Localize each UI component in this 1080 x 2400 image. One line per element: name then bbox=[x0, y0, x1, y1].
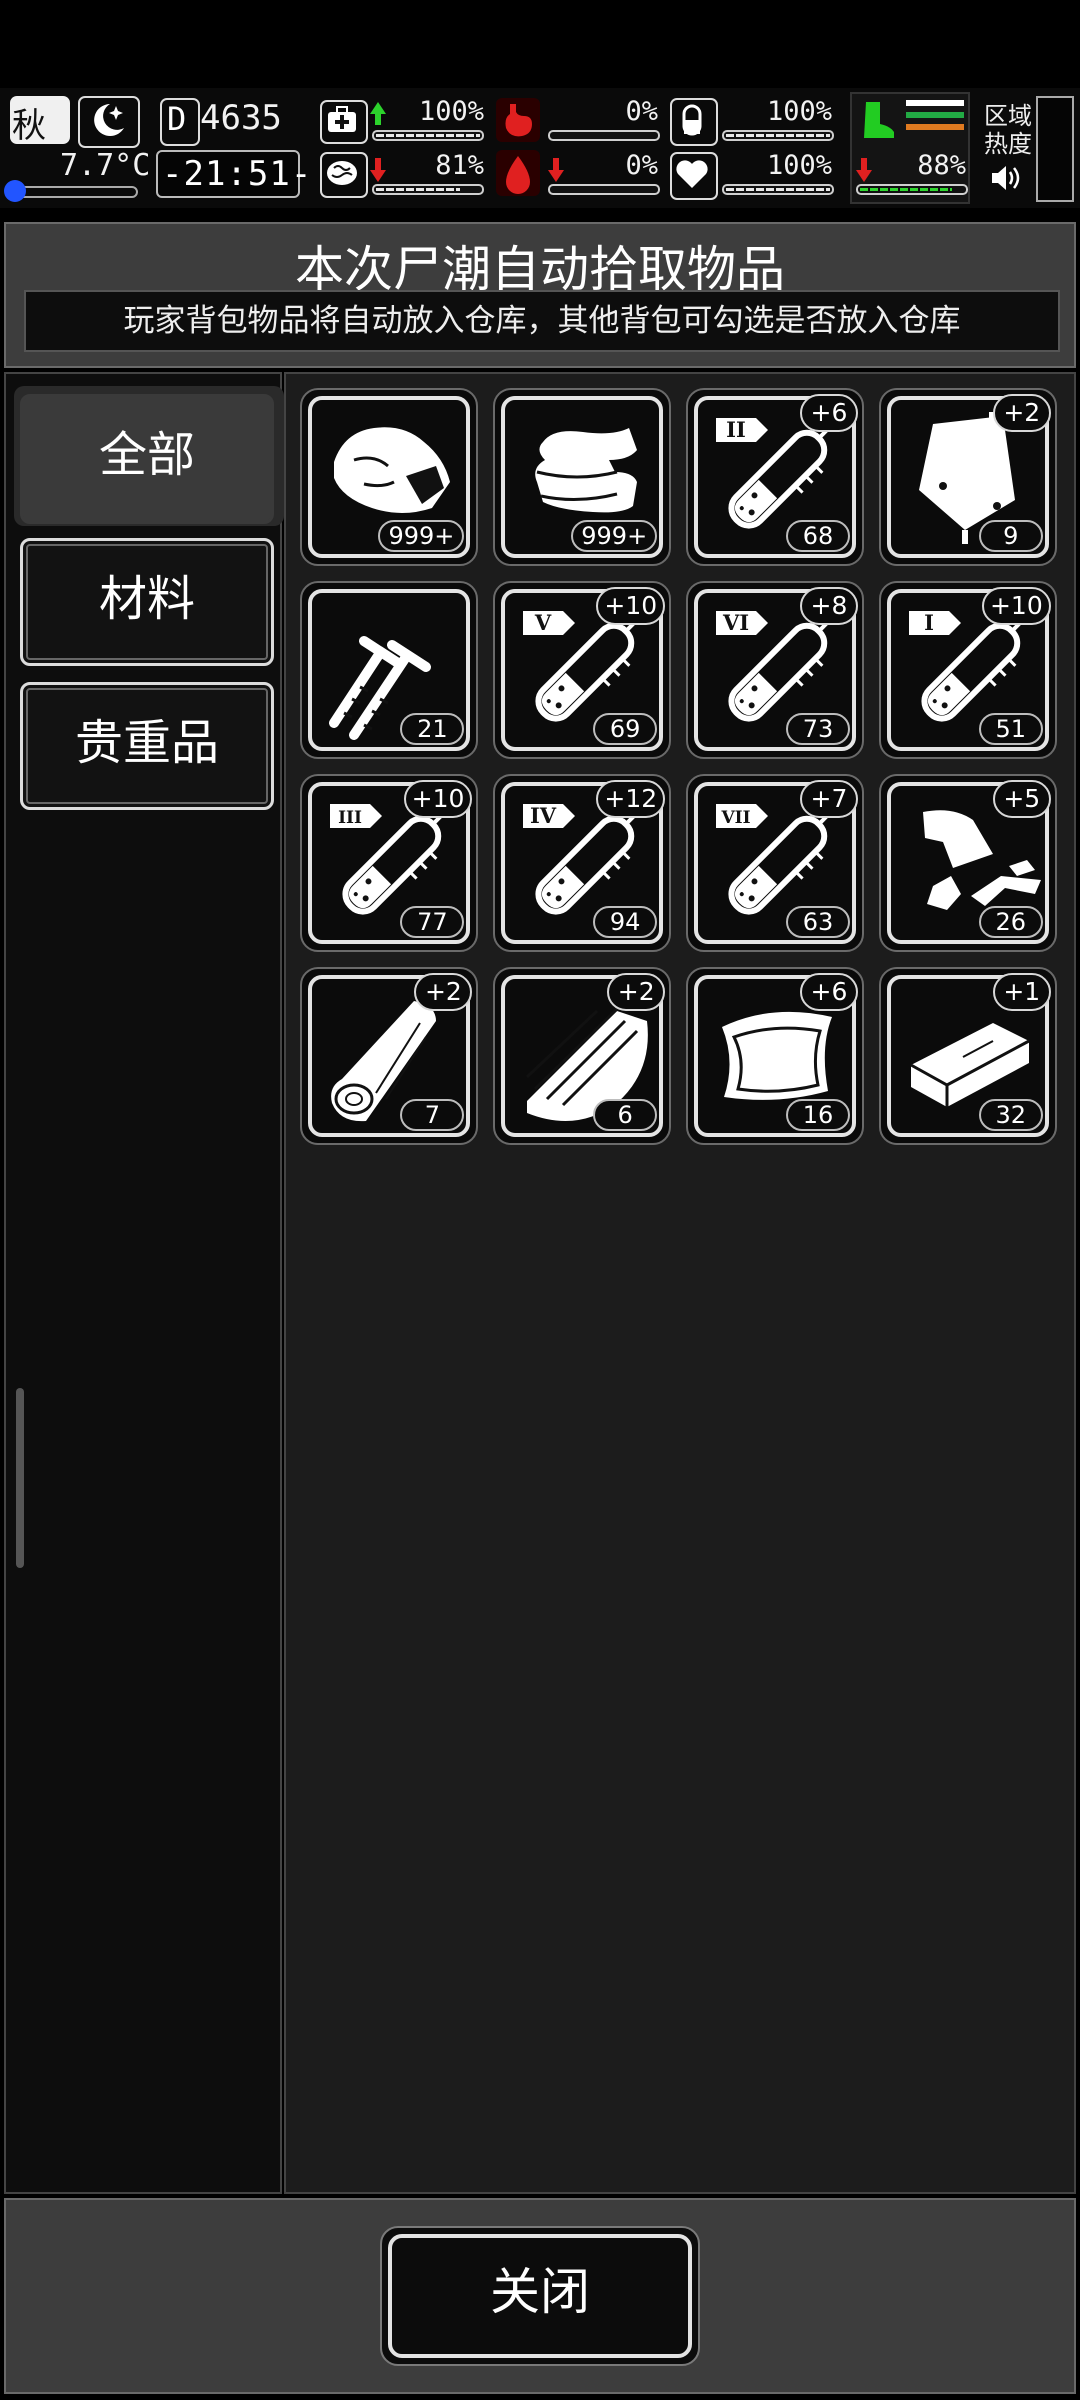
item-bonus-badge: +1 bbox=[992, 972, 1051, 1011]
moon-icon bbox=[78, 96, 140, 148]
item-count: 9 bbox=[978, 520, 1043, 553]
clock-box: -21:51- bbox=[156, 150, 311, 198]
svg-text:I: I bbox=[924, 610, 934, 635]
category-all[interactable]: 全部 bbox=[20, 394, 274, 524]
blood-drop-icon bbox=[494, 148, 542, 198]
item-slot[interactable]: IV +12 94 bbox=[493, 773, 672, 952]
item-grid: 999+ 999+ II +6 68 +2 9 21 V +10 69 VI +8 73 I +10 51 III… bbox=[284, 372, 1076, 2194]
item-bonus-badge: +10 bbox=[596, 587, 666, 626]
blood-value: 0% bbox=[625, 150, 658, 181]
close-button[interactable]: 关闭 bbox=[380, 2226, 700, 2366]
season-text: 秋 bbox=[12, 106, 46, 146]
pill-icon bbox=[670, 98, 718, 146]
item-bonus-badge: +10 bbox=[403, 779, 473, 818]
category-sidebar: 全部 材料 贵重品 bbox=[4, 372, 284, 2194]
svg-text:V: V bbox=[534, 610, 552, 635]
item-count: 7 bbox=[400, 1098, 465, 1131]
sanity-value: 81% bbox=[435, 150, 484, 181]
item-bonus-badge: +2 bbox=[607, 972, 666, 1011]
item-bonus-badge: +7 bbox=[799, 779, 858, 818]
speaker-icon[interactable] bbox=[988, 160, 1024, 196]
category-materials[interactable]: 材料 bbox=[20, 538, 274, 666]
item-count: 21 bbox=[400, 713, 465, 746]
item-count: 999+ bbox=[378, 520, 465, 553]
item-count: 16 bbox=[785, 1098, 850, 1131]
temperature: 7.7°C bbox=[60, 148, 151, 183]
blood-meter bbox=[548, 184, 660, 195]
item-slot[interactable]: 999+ bbox=[300, 388, 479, 567]
item-bonus-badge: +6 bbox=[799, 972, 858, 1011]
season-badge: 秋 bbox=[10, 96, 70, 146]
hunger-value: 0% bbox=[625, 96, 658, 127]
item-count: 6 bbox=[593, 1098, 658, 1131]
item-count: 69 bbox=[593, 713, 658, 746]
temperature-slider bbox=[4, 180, 138, 202]
item-slot[interactable]: VI +8 73 bbox=[685, 581, 864, 760]
item-slot[interactable]: III +10 77 bbox=[300, 773, 479, 952]
item-bonus-badge: +5 bbox=[992, 779, 1051, 818]
day-icon: D bbox=[160, 98, 200, 146]
item-slot[interactable]: +1 32 bbox=[878, 966, 1057, 1145]
item-slot[interactable]: 999+ bbox=[493, 388, 672, 567]
item-count: 63 bbox=[785, 905, 850, 938]
medkit-icon bbox=[320, 100, 368, 144]
stomach-icon bbox=[494, 96, 542, 144]
brain-icon bbox=[320, 152, 368, 198]
svg-text:III: III bbox=[338, 808, 362, 828]
item-slot[interactable]: +2 9 bbox=[878, 388, 1057, 567]
stamina-value: 88% bbox=[917, 150, 966, 181]
item-bonus-badge: +8 bbox=[799, 587, 858, 626]
day-prefix: D bbox=[167, 100, 187, 138]
heart-meter bbox=[722, 184, 834, 195]
scrollbar-thumb[interactable] bbox=[16, 1388, 24, 1568]
item-bonus-badge: +10 bbox=[981, 587, 1051, 626]
zone-heat-label: 区域热度 bbox=[984, 102, 1032, 158]
item-slot[interactable]: +2 6 bbox=[493, 966, 672, 1145]
item-slot[interactable]: +5 26 bbox=[878, 773, 1057, 952]
health-meter bbox=[372, 130, 484, 141]
item-count: 51 bbox=[978, 713, 1043, 746]
item-count: 68 bbox=[785, 520, 850, 553]
item-slot[interactable]: II +6 68 bbox=[685, 388, 864, 567]
day-counter: 4635 bbox=[200, 98, 282, 138]
heart-value: 100% bbox=[766, 150, 832, 181]
pill-meter bbox=[722, 130, 834, 141]
category-valuables[interactable]: 贵重品 bbox=[20, 682, 274, 810]
item-slot[interactable]: +2 7 bbox=[300, 966, 479, 1145]
item-bonus-badge: +2 bbox=[992, 394, 1051, 433]
item-bonus-badge: +2 bbox=[414, 972, 473, 1011]
sanity-meter bbox=[372, 184, 484, 195]
panel-header: 本次尸潮自动拾取物品 玩家背包物品将自动放入仓库，其他背包可勾选是否放入仓库 bbox=[4, 222, 1076, 368]
svg-text:VII: VII bbox=[720, 808, 750, 828]
clock-time: -21:51- bbox=[162, 154, 313, 194]
panel-subtitle: 玩家背包物品将自动放入仓库，其他背包可勾选是否放入仓库 bbox=[24, 290, 1060, 352]
item-count: 73 bbox=[785, 713, 850, 746]
pill-value: 100% bbox=[766, 96, 832, 127]
item-count: 77 bbox=[400, 905, 465, 938]
item-slot[interactable]: VII +7 63 bbox=[685, 773, 864, 952]
item-count: 999+ bbox=[571, 520, 658, 553]
item-slot[interactable]: I +10 51 bbox=[878, 581, 1057, 760]
item-slot[interactable]: 21 bbox=[300, 581, 479, 760]
heart-icon bbox=[670, 152, 718, 200]
stamina-meter bbox=[856, 184, 968, 195]
svg-text:VI: VI bbox=[722, 610, 749, 635]
svg-text:II: II bbox=[726, 417, 746, 442]
item-count: 26 bbox=[978, 905, 1043, 938]
item-bonus-badge: +12 bbox=[596, 779, 666, 818]
item-count: 94 bbox=[593, 905, 658, 938]
health-value: 100% bbox=[418, 96, 484, 127]
zone-heat-meter bbox=[1036, 96, 1074, 202]
item-slot[interactable]: +6 16 bbox=[685, 966, 864, 1145]
item-slot[interactable]: V +10 69 bbox=[493, 581, 672, 760]
item-bonus-badge: +6 bbox=[799, 394, 858, 433]
svg-text:IV: IV bbox=[530, 803, 557, 828]
item-count: 32 bbox=[978, 1098, 1043, 1131]
close-button-label: 关闭 bbox=[490, 2263, 590, 2321]
boot-icon bbox=[864, 102, 894, 138]
status-bar: 秋 7.7°C D 4635 -21:51- 100% 81% 0% 0% 10… bbox=[0, 88, 1080, 208]
hunger-meter bbox=[548, 130, 660, 141]
